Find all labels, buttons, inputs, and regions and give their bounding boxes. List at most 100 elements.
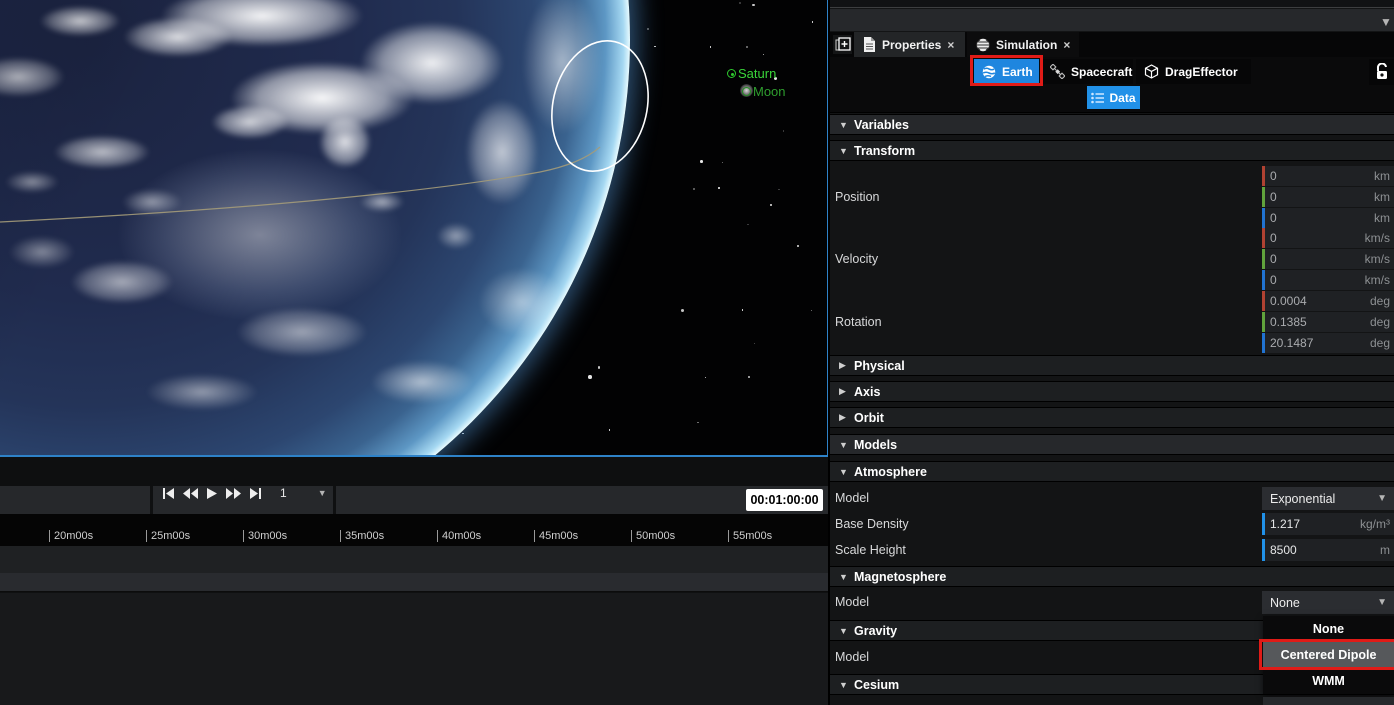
timeline-track-row[interactable]	[0, 546, 828, 573]
lock-button[interactable]	[1369, 59, 1394, 85]
play-button[interactable]	[207, 488, 217, 499]
field-value[interactable]: 0.1385	[1265, 315, 1370, 329]
document-icon	[863, 37, 876, 52]
field-value[interactable]: 0	[1265, 211, 1374, 225]
section-header-orbit[interactable]: ▶ Orbit	[830, 407, 1394, 428]
field-value[interactable]: 8500	[1265, 543, 1380, 557]
ruler-tick: 40m00s	[437, 530, 481, 542]
expand-caret-icon: ▶	[839, 360, 849, 371]
field-value[interactable]: 0.0004	[1265, 294, 1370, 308]
section-header-label: Magnetosphere	[854, 570, 946, 584]
section-header-physical[interactable]: ▶ Physical	[830, 355, 1394, 376]
moon-marker-icon	[742, 87, 751, 96]
satellite-icon	[1050, 64, 1065, 79]
ruler-tick: 45m00s	[534, 530, 578, 542]
field-value[interactable]: 0	[1265, 231, 1365, 245]
tab-close-icon[interactable]: ×	[947, 38, 954, 52]
entity-button-drageffector[interactable]: DragEffector	[1136, 59, 1251, 84]
position-y-field[interactable]: 0km	[1262, 187, 1394, 207]
atmosphere-model-dropdown[interactable]: Exponential ▼	[1262, 487, 1394, 510]
ruler-tick: 50m00s	[631, 530, 675, 542]
saturn-label-group: Saturn	[727, 66, 776, 81]
dropdown-value: None	[1270, 596, 1300, 610]
timeline-ruler[interactable]: 20m00s 25m00s 30m00s 35m00s 40m00s 45m00…	[0, 514, 828, 546]
globe-icon	[976, 38, 990, 52]
tab-properties[interactable]: Properties ×	[854, 32, 965, 57]
section-header-label: Orbit	[854, 411, 884, 425]
entity-button-label: Spacecraft	[1071, 65, 1132, 79]
entity-button-earth[interactable]: Earth	[974, 59, 1039, 84]
entity-button-spacecraft[interactable]: Spacecraft	[1042, 59, 1133, 84]
properties-panel: ▼ Properties × Simulation ×	[828, 0, 1394, 705]
rotation-x-field[interactable]: 0.0004deg	[1262, 291, 1394, 311]
rotation-y-field[interactable]: 0.1385deg	[1262, 312, 1394, 332]
skip-to-end-button[interactable]	[250, 488, 261, 499]
field-value[interactable]: 0	[1265, 273, 1365, 287]
base-density-field[interactable]: 1.217kg/m³	[1262, 513, 1394, 535]
speed-dropdown-caret-icon[interactable]: ▼	[318, 488, 327, 498]
fast-forward-button[interactable]	[226, 488, 241, 499]
dropdown-caret-icon: ▼	[1377, 597, 1387, 608]
add-view-button[interactable]	[833, 35, 852, 54]
collapse-caret-icon: ▼	[839, 467, 849, 477]
field-unit: km	[1374, 169, 1394, 183]
section-header-variables[interactable]: ▼ Variables	[830, 114, 1394, 135]
tab-simulation[interactable]: Simulation ×	[967, 32, 1079, 57]
velocity-x-field[interactable]: 0km/s	[1262, 228, 1394, 248]
saturn-label: Saturn	[738, 66, 776, 81]
section-header-atmosphere[interactable]: ▼ Atmosphere	[830, 461, 1394, 482]
rotation-z-field[interactable]: 20.1487deg	[1262, 333, 1394, 353]
orbit-ellipse	[539, 31, 660, 181]
section-header-label: Atmosphere	[854, 465, 927, 479]
scale-height-field[interactable]: 8500m	[1262, 539, 1394, 561]
field-value[interactable]: 1.217	[1265, 517, 1360, 531]
ruler-tick: 25m00s	[146, 530, 190, 542]
current-time-display: 00:01:00:00	[746, 489, 823, 511]
expand-caret-icon: ▶	[839, 412, 849, 423]
panel-tab-bar: Properties × Simulation ×	[830, 32, 1394, 57]
timeline-track-row[interactable]	[0, 573, 828, 592]
tab-close-icon[interactable]: ×	[1063, 38, 1070, 52]
skip-to-start-button[interactable]	[163, 488, 174, 499]
dropdown-option-wmm[interactable]: WMM	[1263, 668, 1394, 694]
section-header-axis[interactable]: ▶ Axis	[830, 381, 1394, 402]
list-icon	[1091, 92, 1104, 104]
field-unit: km	[1374, 211, 1394, 225]
data-button-label: Data	[1109, 91, 1135, 105]
position-x-field[interactable]: 0km	[1262, 166, 1394, 186]
data-button[interactable]: Data	[1087, 86, 1140, 109]
toolbar-dropdown-caret-icon[interactable]: ▼	[1380, 15, 1392, 29]
field-value[interactable]: 0	[1265, 190, 1374, 204]
field-value[interactable]: 0	[1265, 169, 1374, 183]
earth-icon	[982, 65, 996, 79]
tab-label: Properties	[882, 38, 941, 52]
moon-label: Moon	[753, 84, 786, 99]
section-header-label: Cesium	[854, 678, 899, 692]
velocity-z-field[interactable]: 0km/s	[1262, 270, 1394, 290]
collapse-caret-icon: ▼	[839, 572, 849, 582]
section-header-label: Axis	[854, 385, 880, 399]
magnetosphere-model-dropdown[interactable]: None ▼	[1262, 591, 1394, 614]
viewport-3d[interactable]: Saturn Moon	[0, 0, 828, 457]
field-unit: deg	[1370, 336, 1394, 350]
section-header-magnetosphere[interactable]: ▼ Magnetosphere	[830, 566, 1394, 587]
field-value[interactable]: 0	[1265, 252, 1365, 266]
field-value[interactable]: 20.1487	[1265, 336, 1370, 350]
magnetosphere-dropdown-popup: None Centered Dipole WMM	[1263, 616, 1394, 694]
section-header-transform[interactable]: ▼ Transform	[830, 140, 1394, 161]
field-label-velocity: Velocity	[835, 228, 878, 290]
playback-speed-value[interactable]: 1	[280, 486, 287, 500]
collapse-caret-icon: ▼	[839, 440, 849, 450]
rewind-button[interactable]	[183, 488, 198, 499]
entity-selector-row: Earth Spacecraft DragEffector	[830, 57, 1394, 85]
position-z-field[interactable]: 0km	[1262, 208, 1394, 228]
field-label-rotation: Rotation	[835, 291, 882, 353]
section-header-label: Variables	[854, 118, 909, 132]
dropdown-option-centered-dipole[interactable]: Centered Dipole	[1263, 642, 1394, 668]
velocity-y-field[interactable]: 0km/s	[1262, 249, 1394, 269]
dropdown-option-none[interactable]: None	[1263, 616, 1394, 642]
unlocked-padlock-icon	[1374, 63, 1390, 81]
field-unit: deg	[1370, 315, 1394, 329]
section-header-models[interactable]: ▼ Models	[830, 434, 1394, 455]
field-unit: m	[1380, 543, 1394, 557]
